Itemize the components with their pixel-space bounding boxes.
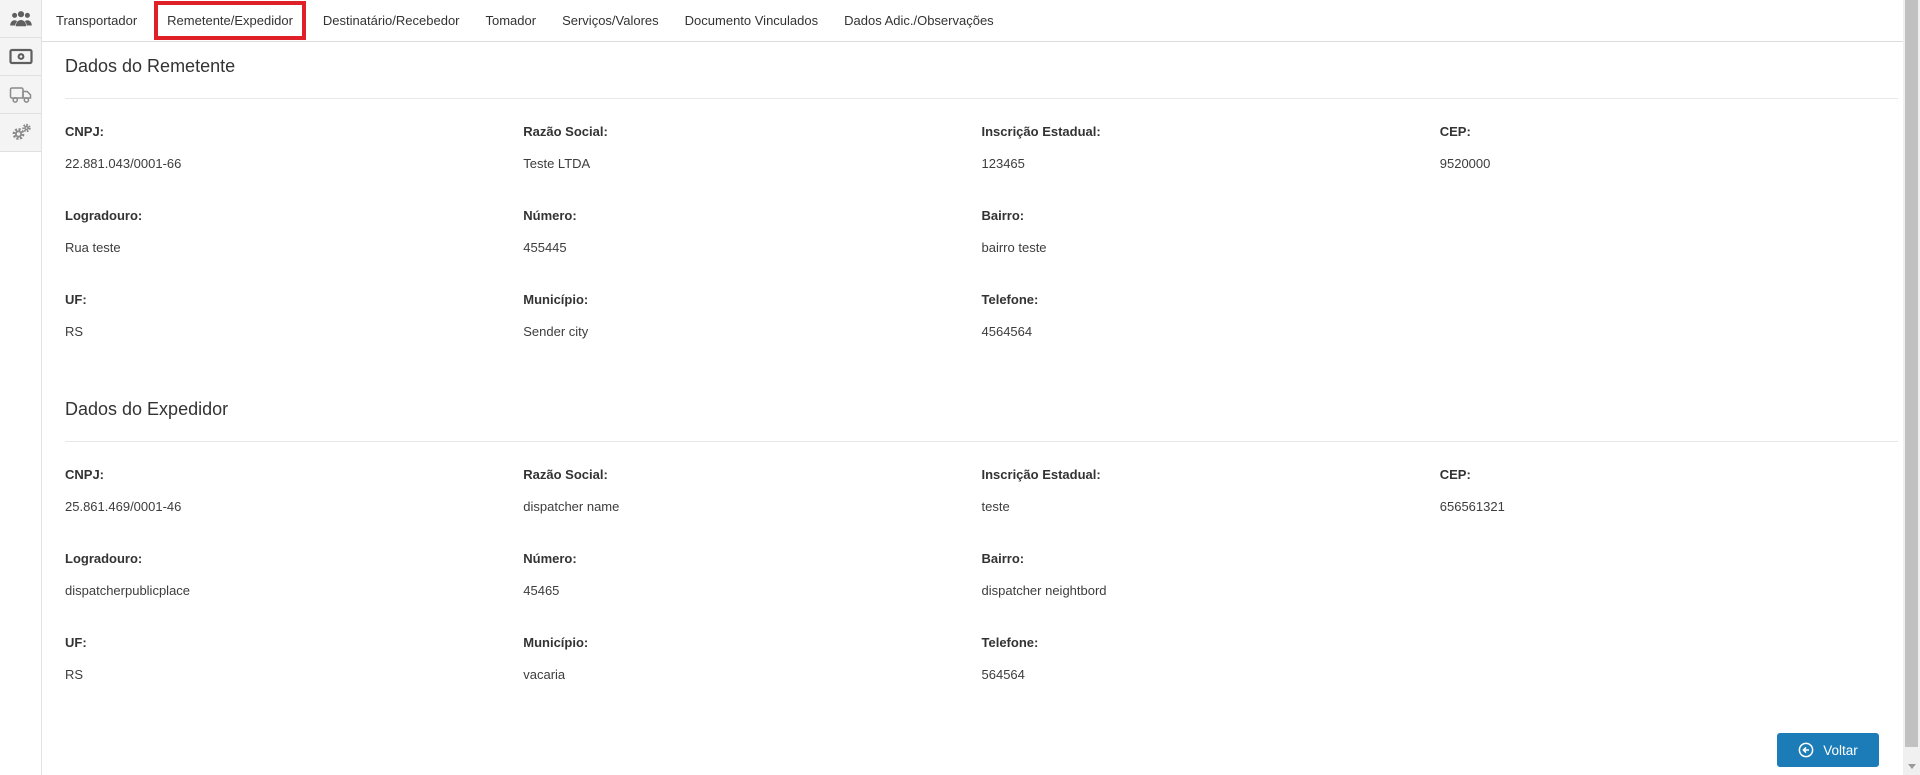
field-logradouro: Logradouro: dispatcherpublicplace — [65, 551, 523, 598]
field-label: Município: — [523, 292, 589, 307]
field-cnpj: CNPJ: 22.881.043/0001-66 — [65, 124, 523, 171]
field-value: Sender city — [523, 324, 589, 339]
sidebar-item-settings[interactable] — [0, 114, 41, 152]
field-label: UF: — [65, 635, 87, 650]
field-numero: Número: 455445 — [523, 208, 981, 255]
users-icon — [9, 10, 33, 28]
field-cnpj: CNPJ: 25.861.469/0001-46 — [65, 467, 523, 514]
field-value: Teste LTDA — [523, 156, 591, 171]
app-window: Transportador Remetente/Expedidor Destin… — [0, 0, 1920, 775]
field-label: Logradouro: — [65, 551, 143, 566]
section-divider — [65, 98, 1898, 99]
field-row: CNPJ: 22.881.043/0001-66 Razão Social: T… — [65, 124, 1898, 171]
scrollbar-thumb[interactable] — [1905, 0, 1918, 747]
field-value: teste — [981, 499, 1010, 514]
field-bairro: Bairro: dispatcher neightbord — [982, 551, 1440, 598]
field-label: Município: — [523, 635, 589, 650]
field-municipio: Município: Sender city — [523, 292, 981, 339]
arrow-down-icon — [1907, 763, 1916, 769]
field-row: Logradouro: Rua teste Número: 455445 Bai… — [65, 208, 1898, 255]
field-bairro: Bairro: bairro teste — [982, 208, 1440, 255]
field-label: CEP: — [1439, 467, 1471, 482]
field-label: Logradouro: — [65, 208, 143, 223]
section-title-remetente: Dados do Remetente — [65, 56, 236, 76]
sidebar-item-users[interactable] — [0, 0, 41, 38]
content-area: Dados do Remetente CNPJ: 22.881.043/0001… — [42, 56, 1903, 682]
field-value: bairro teste — [981, 240, 1047, 255]
field-label: Bairro: — [981, 551, 1025, 566]
field-municipio: Município: vacaria — [523, 635, 981, 682]
section-divider — [65, 441, 1898, 442]
expedidor-fields: CNPJ: 25.861.469/0001-46 Razão Social: d… — [65, 467, 1898, 682]
tab-dados-adic-observacoes[interactable]: Dados Adic./Observações — [831, 0, 1007, 42]
field-value: 45465 — [523, 583, 560, 598]
field-value: vacaria — [523, 667, 566, 682]
field-value: dispatcher neightbord — [981, 583, 1107, 598]
field-cep: CEP: 9520000 — [1440, 124, 1898, 171]
field-value: 455445 — [523, 240, 567, 255]
field-logradouro: Logradouro: Rua teste — [65, 208, 523, 255]
sidebar-item-transport[interactable] — [0, 76, 41, 114]
field-label: CNPJ: — [65, 467, 105, 482]
field-label: Inscrição Estadual: — [981, 124, 1101, 139]
field-value: RS — [65, 667, 84, 682]
field-label: Razão Social: — [523, 467, 608, 482]
field-value: 22.881.043/0001-66 — [65, 156, 182, 171]
field-inscricao-estadual: Inscrição Estadual: teste — [982, 467, 1440, 514]
field-value: RS — [65, 324, 84, 339]
field-label: Número: — [523, 551, 577, 566]
field-value: 123465 — [981, 156, 1025, 171]
field-razao-social: Razão Social: dispatcher name — [523, 467, 981, 514]
field-label: Inscrição Estadual: — [981, 467, 1101, 482]
tab-bar: Transportador Remetente/Expedidor Destin… — [42, 0, 1903, 42]
vertical-scrollbar[interactable] — [1903, 0, 1920, 775]
sidebar — [0, 0, 42, 775]
field-label: Bairro: — [981, 208, 1025, 223]
field-numero: Número: 45465 — [523, 551, 981, 598]
field-cep: CEP: 656561321 — [1440, 467, 1898, 514]
field-label: CEP: — [1439, 124, 1471, 139]
field-value: Rua teste — [65, 240, 121, 255]
tab-tomador[interactable]: Tomador — [473, 0, 550, 42]
field-value: 4564564 — [981, 324, 1033, 339]
field-value: dispatcherpublicplace — [65, 583, 191, 598]
field-row: Logradouro: dispatcherpublicplace Número… — [65, 551, 1898, 598]
field-label: Razão Social: — [523, 124, 608, 139]
field-uf: UF: RS — [65, 635, 523, 682]
field-value: 564564 — [981, 667, 1025, 682]
field-telefone: Telefone: 4564564 — [982, 292, 1440, 339]
scrollbar-down-button[interactable] — [1903, 759, 1920, 773]
section-title-expedidor: Dados do Expedidor — [65, 399, 229, 419]
tab-servicos-valores[interactable]: Serviços/Valores — [549, 0, 672, 42]
field-razao-social: Razão Social: Teste LTDA — [523, 124, 981, 171]
field-telefone: Telefone: 564564 — [982, 635, 1440, 682]
gears-icon — [10, 123, 32, 143]
field-value: 25.861.469/0001-46 — [65, 499, 182, 514]
field-value: 9520000 — [1439, 156, 1491, 171]
field-uf: UF: RS — [65, 292, 523, 339]
truck-icon — [9, 85, 33, 104]
money-icon — [8, 48, 33, 65]
tab-documento-vinculados[interactable]: Documento Vinculados — [672, 0, 831, 42]
back-button[interactable]: Voltar — [1777, 733, 1879, 767]
sidebar-item-billing[interactable] — [0, 38, 41, 76]
main-area: Transportador Remetente/Expedidor Destin… — [42, 0, 1903, 775]
circle-arrow-left-icon — [1798, 742, 1814, 758]
tab-remetente-expedidor[interactable]: Remetente/Expedidor — [154, 1, 306, 40]
field-value: dispatcher name — [523, 499, 620, 514]
field-inscricao-estadual: Inscrição Estadual: 123465 — [982, 124, 1440, 171]
field-value: 656561321 — [1439, 499, 1505, 514]
field-label: Telefone: — [981, 292, 1039, 307]
field-label: Número: — [523, 208, 577, 223]
remetente-fields: CNPJ: 22.881.043/0001-66 Razão Social: T… — [65, 124, 1898, 339]
back-button-label: Voltar — [1823, 742, 1858, 758]
field-row: CNPJ: 25.861.469/0001-46 Razão Social: d… — [65, 467, 1898, 514]
field-row: UF: RS Município: vacaria Telefone: 5645… — [65, 635, 1898, 682]
field-label: CNPJ: — [65, 124, 105, 139]
field-label: UF: — [65, 292, 87, 307]
tab-transportador[interactable]: Transportador — [43, 0, 150, 42]
field-label: Telefone: — [981, 635, 1039, 650]
tab-destinatario-recebedor[interactable]: Destinatário/Recebedor — [310, 0, 473, 42]
field-row: UF: RS Município: Sender city Telefone: … — [65, 292, 1898, 339]
